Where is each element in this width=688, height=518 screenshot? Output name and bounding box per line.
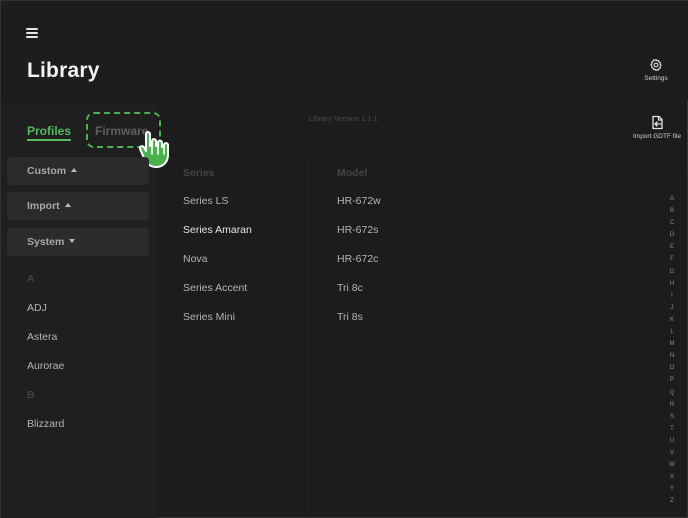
alphabet-index[interactable]: ABCDEFGHIJKLMNOPQRSTUVWXYZ [665,193,679,507]
page-title: Library [27,59,100,82]
header: Library Settings [1,1,688,101]
series-item[interactable]: Series Mini [183,311,235,323]
library-version: Library Version 1.1.1 [309,114,378,123]
import-file-icon [652,115,663,130]
model-item[interactable]: HR-672s [337,224,378,236]
alphabet-letter-d[interactable]: D [665,229,679,241]
brand-item-blizzard[interactable]: Blizzard [27,418,64,430]
settings-label: Settings [644,75,668,82]
hamburger-icon[interactable] [26,28,38,38]
group-custom-label: Custom [27,165,67,177]
alphabet-letter-h[interactable]: H [665,278,679,290]
alphabet-letter-s[interactable]: S [665,411,679,423]
group-system-button[interactable]: System [7,228,149,256]
model-item[interactable]: HR-672w [337,195,381,207]
alphabet-letter-c[interactable]: C [665,217,679,229]
gear-icon [650,58,662,72]
alphabet-letter-n[interactable]: N [665,350,679,362]
alphabet-letter-f[interactable]: F [665,253,679,265]
caret-down-icon [69,239,76,244]
alphabet-letter-q[interactable]: Q [665,387,679,399]
sidebar: Profiles Firmware Custom Import System A… [1,102,169,518]
alphabet-letter-p[interactable]: P [665,374,679,386]
group-import-label: Import [27,200,60,212]
group-custom-button[interactable]: Custom [7,157,149,185]
series-item[interactable]: Series Accent [183,282,247,294]
alphabet-letter-z[interactable]: Z [665,495,679,507]
series-item[interactable]: Nova [183,253,208,265]
app-window: Library Settings Profiles Firmware Custo… [0,0,688,518]
alphabet-letter-m[interactable]: M [665,338,679,350]
brand-item-aurorae[interactable]: Aurorae [27,360,64,372]
alphabet-letter-e[interactable]: E [665,241,679,253]
import-gdtf-label: Import GDTF file [632,133,682,140]
series-column-header: Series [183,167,215,179]
model-item[interactable]: Tri 8s [337,311,363,323]
brand-item-adj[interactable]: ADJ [27,302,47,314]
brand-item-astera[interactable]: Astera [27,331,57,343]
model-item[interactable]: HR-672c [337,253,378,265]
alphabet-letter-o[interactable]: O [665,362,679,374]
series-item-selected[interactable]: Series Amaran [183,224,252,236]
import-gdtf-button[interactable]: Import GDTF file [627,115,687,140]
alphabet-letter-u[interactable]: U [665,435,679,447]
alphabet-letter-w[interactable]: W [665,459,679,471]
series-item[interactable]: Series LS [183,195,229,207]
alphabet-letter-v[interactable]: V [665,447,679,459]
alphabet-letter-g[interactable]: G [665,266,679,278]
alphabet-letter-j[interactable]: J [665,302,679,314]
alphabet-letter-l[interactable]: L [665,326,679,338]
alphabet-letter-r[interactable]: R [665,399,679,411]
alphabet-letter-i[interactable]: I [665,290,679,302]
column-divider [307,157,308,518]
caret-up-icon [71,168,78,173]
settings-button[interactable]: Settings [637,58,675,82]
alphabet-letter-y[interactable]: Y [665,483,679,495]
caret-up-icon [64,203,71,208]
alphabet-letter-a[interactable]: A [665,193,679,205]
group-system-label: System [27,236,65,248]
tab-profiles[interactable]: Profiles [27,124,72,141]
group-import-button[interactable]: Import [7,192,149,220]
alphabet-letter-x[interactable]: X [665,471,679,483]
model-item[interactable]: Tri 8c [337,282,363,294]
alphabet-letter-t[interactable]: T [665,423,679,435]
model-column-header: Model [337,167,368,179]
brand-section-letter: A [27,273,35,285]
alphabet-letter-b[interactable]: B [665,205,679,217]
brand-section-letter: B [27,389,35,401]
alphabet-letter-k[interactable]: K [665,314,679,326]
